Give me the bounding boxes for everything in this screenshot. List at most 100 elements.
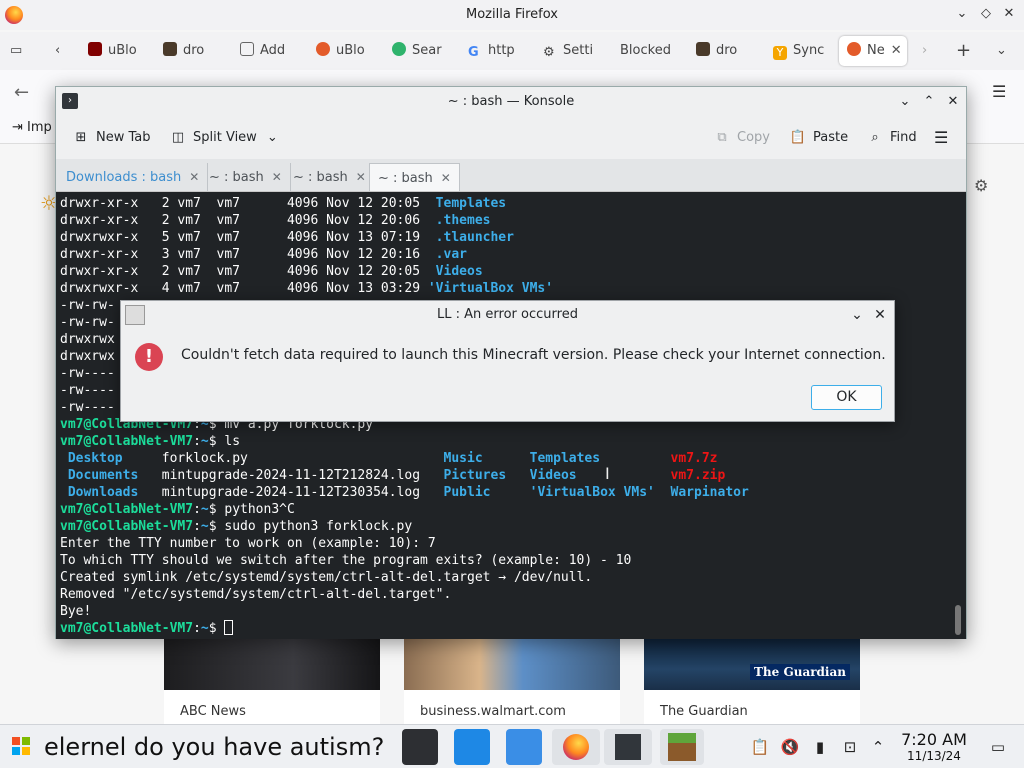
maximize-icon[interactable]: ◇ [977, 5, 995, 23]
page-settings-gear-icon[interactable]: ⚙ [974, 176, 988, 195]
ls-entry: mintupgrade-2024-11-12T212824.log [161, 468, 421, 483]
chevron-up-icon[interactable]: ⌃ [868, 737, 888, 757]
firefox-tab-strip: ▭ ‹ uBlo dro Add uBlo Sear Ghttp ⚙ Setti … [0, 32, 1024, 70]
ls-entry: Warpinator [670, 485, 749, 500]
tab-close-icon[interactable]: ✕ [189, 170, 199, 184]
ls-entry: vm7.7z [670, 451, 718, 466]
start-windows-icon[interactable] [12, 737, 30, 755]
search-icon: ⌕ [871, 130, 879, 145]
split-view-icon: ◫ [171, 130, 185, 145]
discover-app-icon[interactable] [454, 729, 490, 765]
terminal-scrollbar[interactable] [955, 605, 961, 635]
terminal-line: drwxrwxr-x 4 vm7 vm7 4096 Nov 13 03:29 '… [60, 281, 554, 296]
terminal-line: drwxrwxr-x 5 vm7 vm7 4096 Nov 13 07:19 .… [60, 230, 514, 245]
clock[interactable]: 7:20 AM 11/13/24 [896, 730, 972, 764]
tab-new-tab[interactable]: Ne ✕ [839, 36, 907, 66]
error-message: Couldn't fetch data required to launch t… [181, 347, 886, 363]
tab-home-bash-1[interactable]: ~ : bash ✕ [201, 163, 291, 191]
dialog-titlebar: LL : An error occurred ⌄ ✕ [121, 301, 894, 329]
ls-output-row: Desktop forklock.py Music Templates vm7.… [60, 450, 966, 467]
guardian-logo: The Guardian [750, 664, 850, 680]
news-card-walmart[interactable]: business.walmart.com [404, 638, 620, 724]
close-icon[interactable]: ✕ [1000, 5, 1018, 23]
find-button[interactable]: ⌕ Find [866, 127, 916, 149]
firefox-icon [316, 42, 330, 56]
ls-entry: Desktop [67, 451, 123, 466]
clipboard-icon[interactable]: 📋 [750, 737, 770, 757]
tab-home-bash-2[interactable]: ~ : bash ✕ [285, 163, 375, 191]
terminal-line: vm7@CollabNet-VM7:~$ ls [60, 434, 241, 449]
news-card-guardian[interactable]: The Guardian The Guardian [644, 638, 860, 724]
tab-sync[interactable]: Y Sync [773, 36, 833, 66]
tab-settings[interactable]: ⚙ Setti [543, 36, 603, 66]
terminal-line: vm7@CollabNet-VM7:~$ python3^C [60, 502, 295, 517]
chevron-down-icon: ⌄ [266, 130, 278, 145]
show-desktop-icon[interactable]: ▭ [988, 737, 1008, 757]
menu-hamburger-icon[interactable]: ☰ [992, 82, 1006, 101]
ls-entry: vm7.zip [670, 468, 726, 483]
new-tab-button[interactable]: ⊞ New Tab [72, 127, 151, 149]
konsole-maximize-icon[interactable]: ⌃ [920, 93, 938, 111]
tab-blocked[interactable]: Blocked [620, 36, 680, 66]
bookmark-import[interactable]: ⇥ Imp [12, 120, 52, 135]
ls-entry: Public [443, 485, 491, 500]
konsole-toolbar: ⊞ New Tab ◫ Split View ⌄ ⧉ Copy 📋 Paste ⌕ Find… [56, 117, 966, 159]
ls-output-row: Documents mintupgrade-2024-11-12T212824.… [60, 467, 966, 484]
konsole-titlebar: › ~ : bash — Konsole ⌄ ⌃ ✕ [56, 87, 966, 117]
tab-dro-2[interactable]: dro [696, 36, 756, 66]
tab-close-icon[interactable]: ✕ [272, 170, 282, 184]
network-icon[interactable]: ⊡ [840, 737, 860, 757]
ls-output-row: Downloads mintupgrade-2024-11-12T230354.… [60, 484, 966, 501]
tab-scroll-left-icon[interactable]: ‹ [55, 36, 69, 66]
news-image [404, 638, 620, 690]
firefox-titlebar: Mozilla Firefox ⌄ ◇ ✕ [0, 0, 1024, 30]
system-settings-app-icon[interactable] [402, 729, 438, 765]
konsole-icon [615, 734, 641, 760]
dialog-close-icon[interactable]: ✕ [871, 306, 889, 324]
tab-close-icon[interactable]: ✕ [441, 171, 451, 185]
copy-button[interactable]: ⧉ Copy [713, 127, 770, 149]
tab-ublock-1[interactable]: uBlo [88, 36, 148, 66]
volume-muted-icon[interactable]: 🔇 [780, 737, 800, 757]
konsole-minimize-icon[interactable]: ⌄ [896, 93, 914, 111]
konsole-close-icon[interactable]: ✕ [944, 93, 962, 111]
firefox-window-title: Mozilla Firefox [466, 7, 558, 22]
back-icon[interactable]: ← [14, 82, 29, 103]
news-card-abc[interactable]: ABC News [164, 638, 380, 724]
minecraft-taskbar-app[interactable] [660, 729, 704, 765]
tab-ublock-2[interactable]: uBlo [316, 36, 376, 66]
ls-entry: mintupgrade-2024-11-12T230354.log [161, 485, 421, 500]
search-engine-icon [392, 42, 406, 56]
google-icon: G [468, 45, 479, 60]
ls-entry: Templates [529, 451, 601, 466]
tab-list-chevron-icon[interactable]: ⌄ [996, 36, 1012, 66]
tab-scroll-right-icon[interactable]: › [922, 36, 936, 66]
firefox-taskbar-app[interactable] [552, 729, 600, 765]
java-app-icon [125, 305, 145, 325]
battery-icon[interactable]: ▮ [810, 737, 830, 757]
tab-downloads-bash[interactable]: Downloads : bash ✕ [58, 163, 209, 191]
paste-button[interactable]: 📋 Paste [789, 127, 848, 149]
error-icon: ! [135, 343, 163, 371]
puzzle-icon [240, 42, 254, 56]
tab-overview-icon[interactable]: ▭ [10, 36, 30, 66]
tab-close-icon[interactable]: ✕ [891, 43, 902, 58]
konsole-taskbar-app[interactable] [604, 729, 652, 765]
dialog-title: LL : An error occurred [437, 307, 578, 322]
news-image [164, 638, 380, 690]
tab-home-bash-active[interactable]: ~ : bash ✕ [369, 163, 460, 191]
hamburger-menu-icon[interactable]: ☰ [934, 127, 948, 149]
firefox-icon [847, 42, 861, 56]
taskbar-search-text[interactable]: elernel do you have autism? [44, 731, 384, 763]
tab-search[interactable]: Sear [392, 36, 452, 66]
dialog-minimize-icon[interactable]: ⌄ [848, 306, 866, 324]
new-tab-plus-icon[interactable]: + [956, 36, 972, 66]
split-view-button[interactable]: ◫ Split View ⌄ [169, 127, 278, 149]
ok-button[interactable]: OK [811, 385, 882, 410]
minimize-icon[interactable]: ⌄ [953, 5, 971, 23]
tab-addons[interactable]: Add [240, 36, 300, 66]
tab-close-icon[interactable]: ✕ [356, 170, 366, 184]
tab-dro-1[interactable]: dro [163, 36, 223, 66]
tab-http[interactable]: Ghttp [468, 36, 526, 66]
file-manager-app-icon[interactable] [506, 729, 542, 765]
